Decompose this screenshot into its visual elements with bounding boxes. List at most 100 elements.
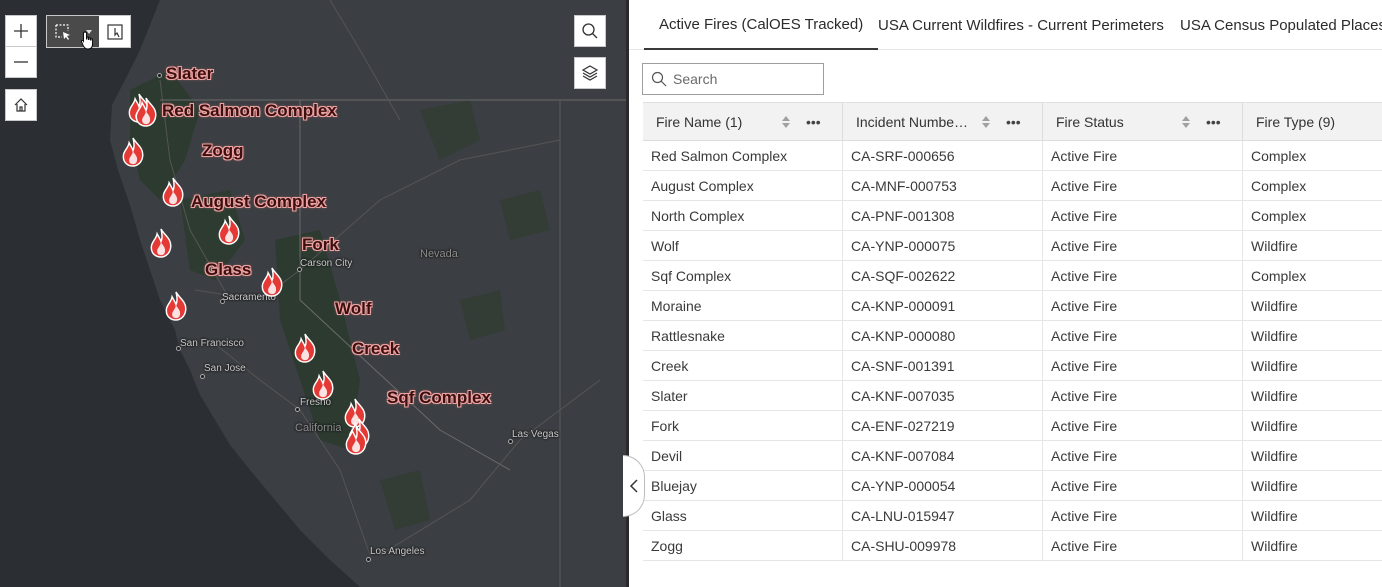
search-input[interactable] xyxy=(673,71,823,87)
attribute-table-panel: Active Fires (CalOES Tracked) USA Curren… xyxy=(629,0,1382,587)
table-cell: Glass xyxy=(643,501,843,531)
table-row[interactable]: August Complex CA-MNF-000753 Active Fire Co… xyxy=(643,171,1382,201)
zoom-in-button[interactable] xyxy=(5,15,37,47)
table-row[interactable]: Moraine CA-KNP-000091 Active Fire Wildfire xyxy=(643,291,1382,321)
table-cell: Active Fire xyxy=(1043,531,1243,561)
city-dot xyxy=(157,73,162,78)
table-row[interactable]: Devil CA-KNF-007084 Active Fire Wildfire xyxy=(643,441,1382,471)
table-cell: Wildfire xyxy=(1251,388,1298,404)
city-dot xyxy=(366,557,371,562)
fire-marker-icon[interactable] xyxy=(216,215,242,245)
table-cell: Complex xyxy=(1251,148,1307,164)
table-cell: Active Fire xyxy=(1043,441,1243,471)
table-cell: CA-YNP-000054 xyxy=(843,471,1043,501)
fire-label: Red Salmon Complex xyxy=(162,101,337,120)
tab-current-perimeters[interactable]: USA Current Wildfires - Current Perimete… xyxy=(863,0,1179,50)
home-button[interactable] xyxy=(5,89,37,121)
table-cell: CA-LNU-015947 xyxy=(843,501,1043,531)
table-row[interactable]: Rattlesnake CA-KNP-000080 Active Fire Wildf… xyxy=(643,321,1382,351)
table-cell: Active Fire xyxy=(1043,291,1243,321)
table-cell: Wildfire xyxy=(1251,508,1298,524)
fire-label: Sqf Complex xyxy=(387,388,491,407)
table-cell: Active Fire xyxy=(1043,321,1243,351)
map-search-button[interactable] xyxy=(574,15,606,47)
column-header-incident-number[interactable]: Incident Numbe… ••• xyxy=(843,103,1043,141)
select-area-button[interactable] xyxy=(99,16,130,47)
cursor-select-icon xyxy=(55,23,70,40)
tab-populated-places[interactable]: USA Census Populated Places xyxy=(1165,0,1382,50)
fire-marker-icon[interactable] xyxy=(259,267,285,297)
table-cell: Sqf Complex xyxy=(643,261,843,291)
table-cell: CA-MNF-000753 xyxy=(843,171,1043,201)
table-cell: CA-ENF-027219 xyxy=(843,411,1043,441)
column-title: Fire Type (9) xyxy=(1256,114,1336,130)
place-label: Carson City xyxy=(300,258,353,269)
table-cell: CA-KNP-000091 xyxy=(843,291,1043,321)
table-row[interactable]: Fork CA-ENF-027219 Active Fire Wildfire xyxy=(643,411,1382,441)
map-view[interactable]: Carson City Nevada Sacramento San Franci… xyxy=(0,0,626,587)
fire-marker-icon[interactable] xyxy=(292,333,318,363)
fire-marker-icon[interactable] xyxy=(163,291,189,321)
table-cell: Creek xyxy=(643,351,843,381)
sort-icon[interactable] xyxy=(981,115,991,129)
table-cell: Active Fire xyxy=(1043,501,1243,531)
table-cell: CA-YNP-000075 xyxy=(843,231,1043,261)
tab-active-fires[interactable]: Active Fires (CalOES Tracked) xyxy=(644,0,879,50)
table-cell: Active Fire xyxy=(1043,351,1243,381)
table-row[interactable]: Red Salmon Complex CA-SRF-000656 Active Fi… xyxy=(643,141,1382,171)
table-cell: Wildfire xyxy=(1251,418,1298,434)
hand-cursor-icon xyxy=(81,31,93,50)
table-cell: CA-KNF-007035 xyxy=(843,381,1043,411)
layers-button[interactable] xyxy=(574,57,606,89)
column-header-fire-name[interactable]: Fire Name (1) ••• xyxy=(643,103,843,141)
table-row[interactable]: Creek CA-SNF-001391 Active Fire Wildfire xyxy=(643,351,1382,381)
table-cell: CA-KNF-007084 xyxy=(843,441,1043,471)
column-header-fire-status[interactable]: Fire Status ••• xyxy=(1043,103,1243,141)
table-cell: CA-KNP-000080 xyxy=(843,321,1043,351)
table-cell: Active Fire xyxy=(1043,411,1243,441)
table-row[interactable]: Slater CA-KNF-007035 Active Fire Wildfire xyxy=(643,381,1382,411)
place-label: San Jose xyxy=(204,363,246,374)
search-icon xyxy=(582,23,598,39)
table-row[interactable]: Bluejay CA-YNP-000054 Active Fire Wildfire xyxy=(643,471,1382,501)
table-row[interactable]: Sqf Complex CA-SQF-002622 Active Fire Compl… xyxy=(643,261,1382,291)
fire-marker-icon[interactable] xyxy=(133,97,159,127)
table-search[interactable] xyxy=(642,63,824,95)
layers-icon xyxy=(581,65,599,81)
fire-marker-icon[interactable] xyxy=(120,137,146,167)
table-cell: Wildfire xyxy=(1251,238,1298,254)
column-header-fire-type[interactable]: Fire Type (9) xyxy=(1243,103,1382,141)
attribute-table: Fire Name (1) ••• Incident Numbe… ••• Fi… xyxy=(643,102,1382,561)
table-row[interactable]: North Complex CA-PNF-001308 Active Fire Com… xyxy=(643,201,1382,231)
basemap xyxy=(0,0,626,587)
column-title: Incident Numbe… xyxy=(856,114,969,130)
chevron-left-icon xyxy=(629,479,638,493)
zoom-out-button[interactable] xyxy=(5,46,37,78)
table-cell: Red Salmon Complex xyxy=(643,141,843,171)
table-cell: Active Fire xyxy=(1043,381,1243,411)
column-menu-icon[interactable]: ••• xyxy=(806,114,821,130)
table-row[interactable]: Wolf CA-YNP-000075 Active Fire Wildfire xyxy=(643,231,1382,261)
table-row[interactable]: Zogg CA-SHU-009978 Active Fire Wildfire xyxy=(643,531,1382,561)
fire-marker-icon[interactable] xyxy=(160,177,186,207)
column-title: Fire Status xyxy=(1056,114,1124,130)
column-menu-icon[interactable]: ••• xyxy=(1206,114,1221,130)
city-dot xyxy=(200,374,205,379)
sort-icon[interactable] xyxy=(1181,115,1191,129)
column-menu-icon[interactable]: ••• xyxy=(1006,114,1021,130)
table-cell: Wolf xyxy=(643,231,843,261)
fire-marker-icon[interactable] xyxy=(148,228,174,258)
select-tool-button[interactable] xyxy=(47,16,79,47)
table-cell: Active Fire xyxy=(1043,261,1243,291)
fire-marker-icon[interactable] xyxy=(310,370,336,400)
table-cell: CA-SQF-002622 xyxy=(843,261,1043,291)
table-header: Fire Name (1) ••• Incident Numbe… ••• Fi… xyxy=(643,103,1382,141)
region-label: California xyxy=(295,422,342,434)
table-row[interactable]: Glass CA-LNU-015947 Active Fire Wildfire xyxy=(643,501,1382,531)
table-cell: CA-PNF-001308 xyxy=(843,201,1043,231)
table-cell: Devil xyxy=(643,441,843,471)
table-cell: Zogg xyxy=(643,531,843,561)
region-label: Nevada xyxy=(420,248,458,260)
fire-marker-icon[interactable] xyxy=(343,425,369,455)
sort-icon[interactable] xyxy=(781,115,791,129)
